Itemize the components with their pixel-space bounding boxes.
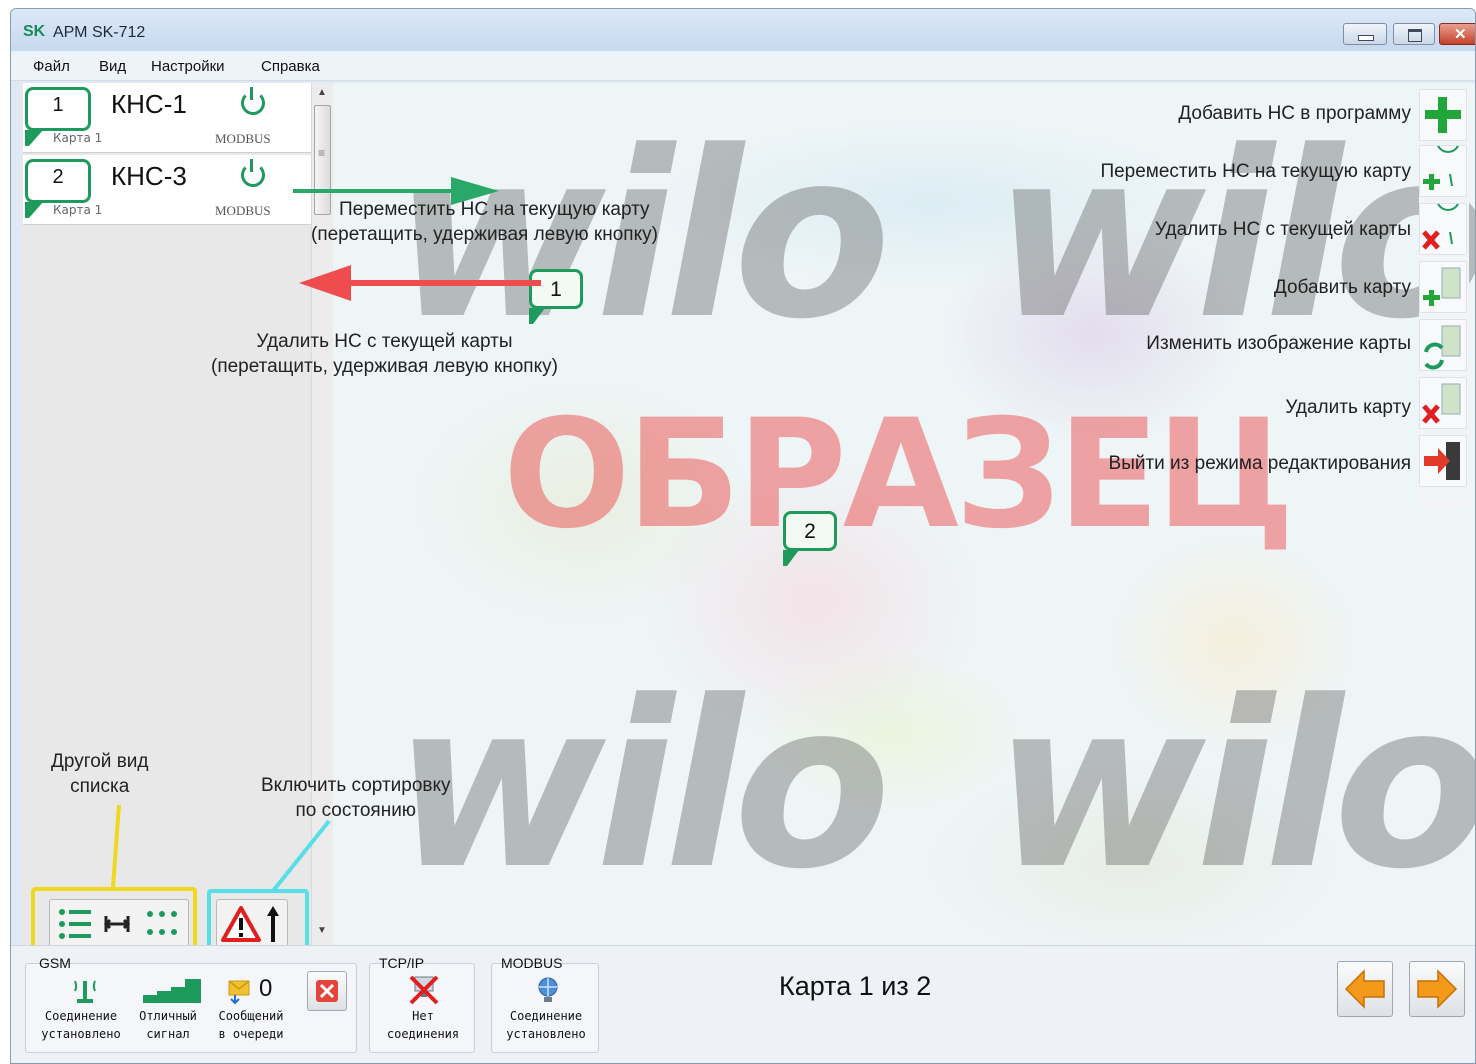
antenna-icon (74, 980, 96, 1003)
gsm-queue-status: Сообщений в очереди (207, 1007, 295, 1043)
gsm-signal-status: Отличный сигнал (129, 1007, 207, 1043)
sort-callout-line1: Включить сортировку (261, 775, 451, 796)
view-callout: Другой вид списка (51, 749, 149, 799)
modbus-connection-status: Соединение установлено (495, 1007, 597, 1043)
sort-callout: Включить сортировку по состоянию (261, 773, 451, 823)
tool-label-delete-map: Удалить карту (1285, 397, 1411, 418)
gsm-queue-line2: в очереди (218, 1027, 284, 1041)
plus-icon (1425, 97, 1461, 133)
delete-annotation-line1: Удалить НС с текущей карты (256, 331, 513, 352)
network-disconnected-icon (409, 975, 439, 1005)
gsm-connection-line1: Соединение (44, 1009, 118, 1023)
gsm-title: GSM (39, 955, 71, 971)
map-add-icon (1423, 267, 1461, 306)
tool-label-change-map-image: Изменить изображение карты (1146, 333, 1411, 354)
view-callout-line (111, 804, 121, 888)
map-page-indicator: Карта 1 из 2 (779, 971, 932, 1001)
tcp-line2: соединения (386, 1027, 460, 1041)
delete-annotation-line2: (перетащить, удерживая левую кнопку) (211, 356, 558, 377)
list-view-toggle-button[interactable] (49, 899, 189, 947)
exit-edit-button[interactable] (1419, 435, 1467, 487)
change-map-image-button[interactable] (1419, 319, 1467, 371)
view-callout-line1: Другой вид (51, 751, 149, 772)
signal-strength-icon (143, 979, 201, 1003)
arrow-left-icon (1344, 969, 1385, 1009)
gsm-signal-line1: Отличный (139, 1009, 197, 1023)
tcp-connection-status: Нет соединения (373, 1007, 473, 1043)
map-edit-icon (1424, 325, 1461, 370)
modbus-title: MODBUS (501, 955, 563, 971)
tcp-line1: Нет (412, 1009, 434, 1023)
gsm-queue-line1: Сообщений (218, 1009, 284, 1023)
view-callout-line2: списка (70, 776, 130, 797)
next-map-button[interactable] (1409, 961, 1465, 1017)
previous-map-button[interactable] (1337, 961, 1393, 1017)
delete-annotation: Удалить НС с текущей карты (перетащить, … (211, 329, 558, 379)
delete-map-button[interactable] (1419, 377, 1467, 429)
pin-remove-icon (1422, 187, 1461, 250)
modbus-line2: установлено (506, 1027, 586, 1041)
clear-icon (316, 980, 338, 1002)
modbus-line1: Соединение (509, 1009, 583, 1023)
tool-label-move-station: Переместить НС на текущую карту (1100, 161, 1411, 182)
app-window: SK АРМ SK-712 Файл Вид Настройки Справка… (10, 8, 1476, 1064)
map-delete-icon (1422, 383, 1461, 424)
move-annotation-line2: (перетащить, удерживая левую кнопку) (311, 224, 658, 245)
gsm-connection-status: Соединение установлено (33, 1007, 129, 1043)
gsm-connection-line2: установлено (41, 1027, 121, 1041)
tool-label-add-map: Добавить карту (1273, 277, 1411, 298)
move-annotation: Переместить НС на текущую карту (перетащ… (311, 197, 658, 247)
tool-label-remove-station: Удалить НС с текущей карты (1154, 219, 1411, 240)
sort-callout-line (271, 819, 331, 893)
tool-label-exit-edit: Выйти из режима редактирования (1108, 453, 1411, 474)
tcp-title: TCP/IP (379, 955, 425, 971)
move-station-button[interactable] (1419, 129, 1467, 197)
clear-queue-button[interactable] (307, 971, 347, 1011)
sort-callout-line2: по состоянию (295, 800, 417, 821)
network-connected-icon (538, 977, 558, 1002)
message-queue-icon (228, 980, 250, 1005)
move-annotation-line1: Переместить НС на текущую карту (339, 199, 650, 220)
tool-label-add-station: Добавить НС в программу (1178, 103, 1411, 124)
pin-plus-icon (1423, 129, 1461, 190)
remove-station-button[interactable] (1419, 187, 1467, 255)
arrow-right-icon (1417, 969, 1458, 1009)
list-view-icon (59, 909, 177, 939)
add-map-button[interactable] (1419, 261, 1467, 313)
queue-count: 0 (259, 975, 273, 1002)
sort-by-status-button[interactable] (216, 899, 288, 947)
gsm-signal-line2: сигнал (146, 1027, 190, 1041)
exit-icon (1424, 442, 1460, 480)
warning-sort-icon (221, 906, 279, 942)
add-station-button[interactable] (1419, 89, 1467, 141)
delete-arrow-head (299, 265, 351, 301)
